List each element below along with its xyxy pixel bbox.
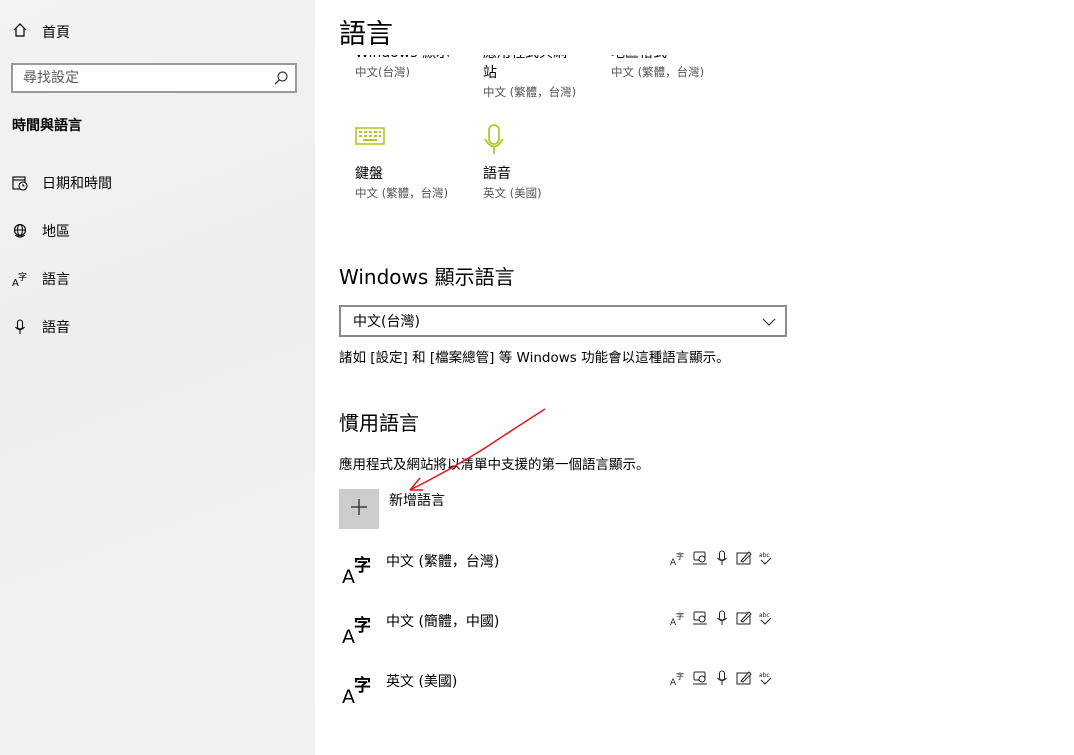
tile-sub: 英文 (美國): [483, 186, 542, 200]
svg-text:abc: abc: [759, 672, 770, 679]
tile-keyboard[interactable]: 鍵盤 中文 (繁體，台灣): [355, 124, 475, 202]
capability-icons: A字 abc: [669, 669, 774, 686]
tile-label: 鍵盤: [355, 166, 383, 182]
add-language-button[interactable]: [339, 489, 379, 529]
sidebar: 首頁 時間與語言 日期和時間 地區 A字 語言 語音: [0, 0, 315, 755]
language-icon: A字: [10, 269, 30, 289]
text-to-speech-icon: [691, 549, 708, 566]
tile-sub: 中文(台灣): [355, 65, 410, 79]
globe-icon: [10, 221, 30, 241]
calendar-clock-icon: [10, 173, 30, 193]
display-language-value: 中文(台灣): [353, 314, 420, 330]
svg-text:字: 字: [354, 675, 371, 696]
tile-windows-display[interactable]: Windows 顯示 中文(台灣): [355, 55, 475, 81]
display-language-icon: A字: [669, 549, 686, 566]
sidebar-item-label: 地區: [42, 224, 70, 240]
handwriting-icon: [735, 669, 752, 686]
speech-recognition-icon: [713, 669, 730, 686]
spell-check-icon: abc: [757, 609, 774, 626]
add-language-label[interactable]: 新增語言: [389, 490, 445, 510]
spell-check-icon: abc: [757, 669, 774, 686]
preferred-language-description: 應用程式及網站將以清單中支援的第一個語言顯示。: [339, 457, 650, 473]
plus-icon: [350, 498, 368, 520]
display-language-icon: A字: [669, 669, 686, 686]
tile-label: 語音: [483, 166, 511, 182]
search-input[interactable]: [13, 69, 265, 87]
tile-label: Windows 顯示: [355, 55, 475, 63]
sidebar-item-speech[interactable]: 語音: [10, 315, 70, 339]
handwriting-icon: [735, 549, 752, 566]
tile-region-format[interactable]: 地區格式 中文 (繁體，台灣): [611, 55, 731, 81]
text-to-speech-icon: [691, 669, 708, 686]
sidebar-item-label: 日期和時間: [42, 176, 112, 192]
search-icon[interactable]: [273, 70, 289, 90]
language-name: 英文 (美國): [386, 674, 458, 690]
sidebar-item-region[interactable]: 地區: [10, 219, 70, 243]
tile-sub: 中文 (繁體，台灣): [611, 65, 705, 79]
section-title: 時間與語言: [12, 118, 82, 134]
home-link[interactable]: 首頁: [12, 20, 70, 44]
svg-text:abc: abc: [759, 552, 770, 559]
svg-text:abc: abc: [759, 612, 770, 619]
language-icon: A字: [342, 551, 376, 588]
tile-label: 地區格式: [611, 55, 731, 63]
microphone-icon: [483, 124, 603, 164]
text-to-speech-icon: [691, 609, 708, 626]
language-row-en-us[interactable]: A字 英文 (美國) A字 abc: [339, 669, 779, 719]
search-box[interactable]: [11, 63, 297, 93]
sidebar-item-language[interactable]: A字 語言: [10, 267, 70, 291]
tile-sub: 中文 (繁體，台灣): [483, 85, 577, 99]
capability-icons: A字 abc: [669, 609, 774, 626]
svg-text:字: 字: [18, 271, 27, 283]
speech-recognition-icon: [713, 609, 730, 626]
microphone-icon: [10, 317, 30, 337]
language-name: 中文 (簡體，中國): [386, 614, 500, 630]
svg-text:字: 字: [676, 611, 684, 621]
svg-text:字: 字: [354, 615, 371, 636]
page-title-overlay: 語言: [339, 19, 393, 50]
keyboard-icon: [355, 124, 475, 164]
speech-recognition-icon: [713, 549, 730, 566]
handwriting-icon: [735, 609, 752, 626]
language-row-zh-tw[interactable]: A字 中文 (繁體，台灣) A字 abc: [339, 549, 779, 599]
tile-apps-websites[interactable]: 應用程式與網 站 中文 (繁體，台灣): [483, 55, 603, 101]
language-icon: A字: [342, 611, 376, 648]
home-icon: [12, 22, 28, 42]
language-name: 中文 (繁體，台灣): [386, 554, 500, 570]
display-language-heading: Windows 顯示語言: [339, 265, 515, 289]
svg-text:字: 字: [676, 671, 684, 681]
partial-tiles-row: Windows 顯示 中文(台灣) 應用程式與網 站 中文 (繁體，台灣) 地區…: [315, 55, 1074, 115]
chevron-down-icon: [762, 314, 776, 333]
capability-icons: A字 abc: [669, 549, 774, 566]
tile-sub: 中文 (繁體，台灣): [355, 186, 449, 200]
svg-text:字: 字: [354, 555, 371, 576]
preferred-language-heading: 慣用語言: [339, 411, 419, 435]
display-language-description: 諸如 [設定] 和 [檔案總管] 等 Windows 功能會以這種語言顯示。: [339, 350, 730, 366]
sidebar-item-label: 語音: [42, 320, 70, 336]
tile-speech[interactable]: 語音 英文 (美國): [483, 124, 603, 202]
display-language-icon: A字: [669, 609, 686, 626]
sidebar-item-label: 語言: [42, 272, 70, 288]
header-mask: [315, 0, 1074, 55]
tile-label: 應用程式與網 站: [483, 55, 567, 81]
spell-check-icon: abc: [757, 549, 774, 566]
home-label: 首頁: [42, 25, 70, 41]
display-language-select[interactable]: 中文(台灣): [339, 305, 787, 337]
main-content: 語言 Windows 顯示 中文(台灣) 應用程式與網 站 中文 (繁體，台灣)…: [315, 0, 1074, 755]
language-icon: A字: [342, 671, 376, 708]
svg-text:字: 字: [676, 551, 684, 561]
sidebar-item-date-time[interactable]: 日期和時間: [10, 171, 112, 195]
language-row-zh-cn[interactable]: A字 中文 (簡體，中國) A字 abc: [339, 609, 779, 659]
